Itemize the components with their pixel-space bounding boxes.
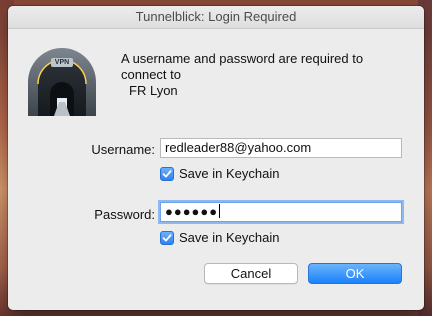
ok-button[interactable]: OK <box>308 263 402 284</box>
save-username-keychain-checkbox[interactable]: Save in Keychain <box>160 166 279 181</box>
checkbox-checked-icon <box>160 230 174 245</box>
text-caret <box>219 204 221 218</box>
login-dialog: Tunnelblick: Login Required VPN A userna… <box>8 6 424 310</box>
server-name: FR Lyon <box>129 83 178 98</box>
login-message: A username and password are required to … <box>121 51 401 99</box>
save-username-keychain-label: Save in Keychain <box>179 166 280 181</box>
checkbox-checked-icon <box>160 166 174 181</box>
window-title: Tunnelblick: Login Required <box>8 6 424 29</box>
password-field[interactable]: ●●●●●● <box>160 202 402 222</box>
vpn-label: VPN <box>54 59 70 66</box>
cancel-button[interactable]: Cancel <box>204 263 298 284</box>
password-masked-value: ●●●●●● <box>165 204 219 219</box>
tunnelblick-vpn-tunnel-icon: VPN <box>26 46 98 118</box>
save-password-keychain-checkbox[interactable]: Save in Keychain <box>160 230 279 245</box>
username-field[interactable]: redleader88@yahoo.com <box>160 138 402 158</box>
message-text: A username and password are required to … <box>121 51 364 82</box>
password-label: Password: <box>94 207 155 222</box>
username-label: Username: <box>91 142 155 157</box>
save-password-keychain-label: Save in Keychain <box>179 230 280 245</box>
